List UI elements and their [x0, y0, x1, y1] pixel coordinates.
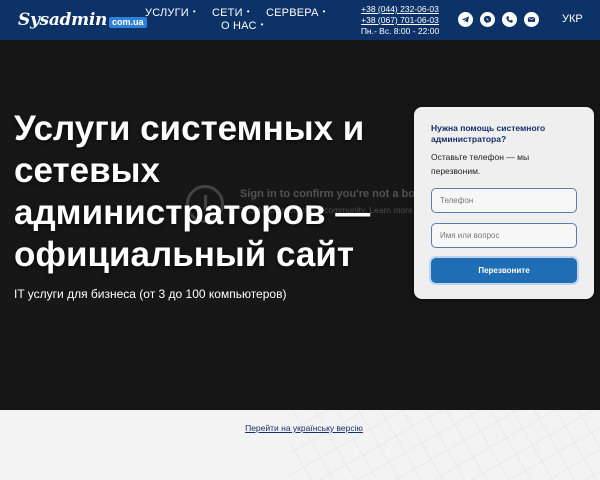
nav-item-label: О НАС [221, 20, 257, 32]
dropdown-dot-icon: • [246, 7, 250, 16]
nav-item-label: УСЛУГИ [145, 7, 189, 19]
page-subtitle: IT услуги для бизнеса (от 3 до 100 компь… [14, 287, 287, 301]
bottom-section: Перейти на українську версію [0, 410, 600, 480]
callback-button[interactable]: Перезвоните [431, 258, 577, 283]
site-logo[interactable]: Sysadmin com.ua [18, 9, 147, 31]
nav-item-about[interactable]: О НАС • [221, 20, 264, 32]
name-or-question-field[interactable] [431, 223, 577, 248]
telegram-icon[interactable] [458, 12, 473, 27]
keyboard-background [290, 410, 600, 480]
ukrainian-version-link[interactable]: Перейти на українську версію [0, 423, 600, 433]
dropdown-dot-icon: • [322, 7, 326, 16]
nav-item-networks[interactable]: СЕТИ • [212, 7, 250, 19]
working-hours: Пн.- Вс. 8:00 - 22:00 [360, 26, 440, 36]
callback-form: Нужна помощь системного администратора? … [414, 107, 594, 299]
nav-item-servers[interactable]: СЕРВЕРА • [266, 7, 326, 19]
page-title: Услуги системных и сетевых администратор… [14, 109, 371, 274]
form-description: Оставьте телефон — мы перезвоним. [431, 152, 530, 176]
dropdown-dot-icon: • [260, 20, 264, 29]
viber-icon[interactable] [480, 12, 495, 27]
form-title: Нужна помощь системного администратора? [431, 123, 546, 144]
logo-tld: com.ua [109, 16, 147, 28]
nav-item-label: СЕРВЕРА [266, 7, 319, 19]
email-icon[interactable] [524, 12, 539, 27]
whatsapp-icon[interactable] [502, 12, 517, 27]
dropdown-dot-icon: • [192, 7, 196, 16]
phone-link-2[interactable]: +38 (067) 701-06-03 [352, 15, 448, 26]
header-contacts: +38 (044) 232-06-03 +38 (067) 701-06-03 … [352, 4, 448, 37]
logo-name: Sysadmin [18, 10, 108, 30]
phone-link-1[interactable]: +38 (044) 232-06-03 [352, 4, 448, 15]
site-header: Sysadmin com.ua УСЛУГИ • СЕТИ • СЕРВЕРА • О… [0, 0, 600, 40]
social-links [458, 12, 539, 27]
language-switch[interactable]: УКР [562, 13, 583, 25]
nav-item-services[interactable]: УСЛУГИ • [145, 7, 196, 19]
phone-field[interactable] [431, 188, 577, 213]
nav-item-label: СЕТИ [212, 7, 243, 19]
